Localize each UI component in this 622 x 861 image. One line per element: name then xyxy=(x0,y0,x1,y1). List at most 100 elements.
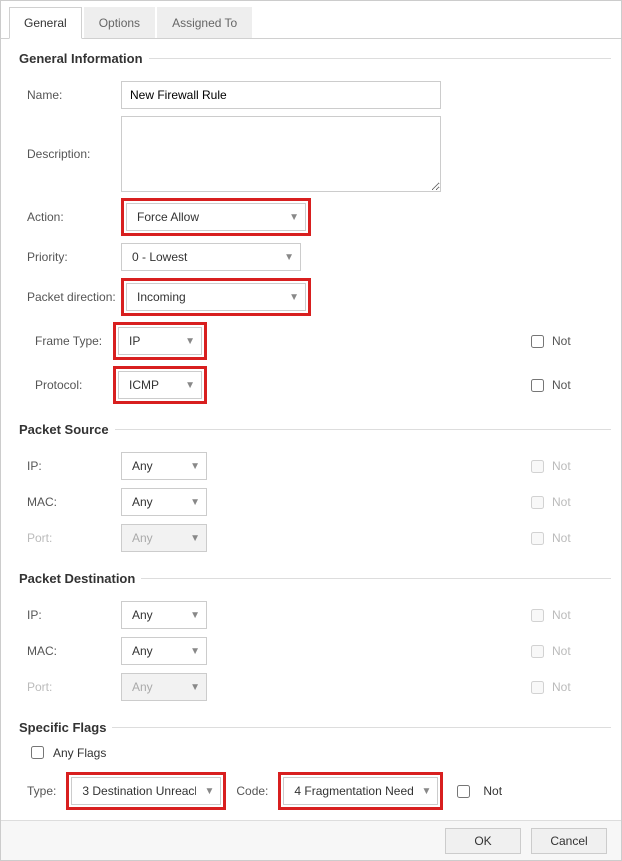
section-packet-source: Packet Source IP: Any ▼ Not MAC: Any ▼ N… xyxy=(17,422,611,563)
packet-direction-label: Packet direction: xyxy=(17,290,121,304)
src-mac-select-value: Any xyxy=(132,495,153,509)
flag-code-select[interactable]: 4 Fragmentation Neede ▼ xyxy=(283,777,438,805)
dst-ip-not-label: Not xyxy=(552,608,571,622)
src-port-not: Not xyxy=(531,531,611,545)
src-port-not-label: Not xyxy=(552,531,571,545)
flag-code-highlight: 4 Fragmentation Neede ▼ xyxy=(278,772,443,810)
section-packet-source-title: Packet Source xyxy=(17,422,115,437)
src-mac-not-label: Not xyxy=(552,495,571,509)
form-scroll-area[interactable]: General Information Name: Description: A… xyxy=(1,35,621,820)
name-input[interactable] xyxy=(121,81,441,109)
protocol-highlight: ICMP ▼ xyxy=(113,366,207,404)
src-ip-select-value: Any xyxy=(132,459,153,473)
dst-mac-not-label: Not xyxy=(552,644,571,658)
section-specific-flags-title: Specific Flags xyxy=(17,720,112,735)
priority-select[interactable]: 0 - Lowest ▼ xyxy=(121,243,301,271)
protocol-select[interactable]: ICMP ▼ xyxy=(118,371,202,399)
frame-type-select[interactable]: IP ▼ xyxy=(118,327,202,355)
frame-type-highlight: IP ▼ xyxy=(113,322,207,360)
dst-mac-select[interactable]: Any ▼ xyxy=(121,637,207,665)
flag-code-label: Code: xyxy=(236,784,268,798)
action-label: Action: xyxy=(17,210,121,224)
tab-bar: General Options Assigned To xyxy=(1,1,621,39)
description-label: Description: xyxy=(17,147,121,161)
dst-port-not-checkbox xyxy=(531,681,544,694)
action-select[interactable]: Force Allow ▼ xyxy=(126,203,306,231)
frame-type-not-label: Not xyxy=(552,334,571,348)
section-general-information-title: General Information xyxy=(17,51,149,66)
tab-assigned-to[interactable]: Assigned To xyxy=(157,7,252,38)
section-packet-destination-title: Packet Destination xyxy=(17,571,141,586)
name-label: Name: xyxy=(17,88,121,102)
dialog-footer: OK Cancel xyxy=(1,820,621,860)
src-mac-not: Not xyxy=(531,495,611,509)
tab-general-label: General xyxy=(24,16,67,30)
caret-down-icon: ▼ xyxy=(185,380,195,391)
description-textarea[interactable] xyxy=(121,116,441,192)
src-ip-label: IP: xyxy=(17,459,121,473)
caret-down-icon: ▼ xyxy=(204,786,214,797)
dst-ip-not-checkbox xyxy=(531,609,544,622)
priority-label: Priority: xyxy=(17,250,121,264)
frame-type-not-checkbox[interactable] xyxy=(531,335,544,348)
dst-port-select: Any ▼ xyxy=(121,673,207,701)
caret-down-icon: ▼ xyxy=(190,497,200,508)
protocol-not: Not xyxy=(531,378,611,392)
frame-type-label: Frame Type: xyxy=(17,334,113,348)
caret-down-icon: ▼ xyxy=(185,336,195,347)
cancel-button[interactable]: Cancel xyxy=(531,828,607,854)
src-ip-select[interactable]: Any ▼ xyxy=(121,452,207,480)
caret-down-icon: ▼ xyxy=(289,212,299,223)
any-flags-checkbox[interactable] xyxy=(31,746,44,759)
src-port-select-value: Any xyxy=(132,531,153,545)
tab-assigned-to-label: Assigned To xyxy=(172,16,237,30)
protocol-select-value: ICMP xyxy=(129,378,159,392)
flag-type-select[interactable]: 3 Destination Unreacha ▼ xyxy=(71,777,221,805)
flag-code-select-value: 4 Fragmentation Neede xyxy=(294,784,413,798)
dst-port-not: Not xyxy=(531,680,611,694)
tab-options[interactable]: Options xyxy=(84,7,155,38)
action-highlight: Force Allow ▼ xyxy=(121,198,311,236)
dst-mac-select-value: Any xyxy=(132,644,153,658)
flag-not-label: Not xyxy=(483,784,502,798)
packet-direction-select-value: Incoming xyxy=(137,290,186,304)
flag-not-checkbox[interactable] xyxy=(457,785,470,798)
flag-type-label: Type: xyxy=(27,784,56,798)
tab-options-label: Options xyxy=(99,16,140,30)
action-select-value: Force Allow xyxy=(137,210,199,224)
protocol-label: Protocol: xyxy=(17,378,113,392)
frame-type-not: Not xyxy=(531,334,611,348)
dst-ip-not: Not xyxy=(531,608,611,622)
src-ip-not-checkbox xyxy=(531,460,544,473)
caret-down-icon: ▼ xyxy=(190,646,200,657)
flag-type-select-value: 3 Destination Unreacha xyxy=(82,784,196,798)
section-packet-destination: Packet Destination IP: Any ▼ Not MAC: An… xyxy=(17,571,611,712)
dst-ip-select-value: Any xyxy=(132,608,153,622)
ok-button-label: OK xyxy=(474,834,491,848)
section-specific-flags: Specific Flags Any Flags Type: 3 Destina… xyxy=(17,720,611,820)
caret-down-icon: ▼ xyxy=(190,610,200,621)
any-flags-label: Any Flags xyxy=(53,746,106,760)
packet-direction-highlight: Incoming ▼ xyxy=(121,278,311,316)
src-mac-label: MAC: xyxy=(17,495,121,509)
dst-port-not-label: Not xyxy=(552,680,571,694)
caret-down-icon: ▼ xyxy=(421,786,431,797)
src-mac-select[interactable]: Any ▼ xyxy=(121,488,207,516)
caret-down-icon: ▼ xyxy=(284,252,294,263)
packet-direction-select[interactable]: Incoming ▼ xyxy=(126,283,306,311)
dst-mac-not-checkbox xyxy=(531,645,544,658)
src-port-select: Any ▼ xyxy=(121,524,207,552)
caret-down-icon: ▼ xyxy=(190,461,200,472)
dst-ip-select[interactable]: Any ▼ xyxy=(121,601,207,629)
cancel-button-label: Cancel xyxy=(550,834,587,848)
src-port-not-checkbox xyxy=(531,532,544,545)
protocol-not-label: Not xyxy=(552,378,571,392)
ok-button[interactable]: OK xyxy=(445,828,521,854)
caret-down-icon: ▼ xyxy=(190,533,200,544)
priority-select-value: 0 - Lowest xyxy=(132,250,187,264)
dst-mac-not: Not xyxy=(531,644,611,658)
dst-port-select-value: Any xyxy=(132,680,153,694)
protocol-not-checkbox[interactable] xyxy=(531,379,544,392)
src-ip-not-label: Not xyxy=(552,459,571,473)
frame-type-select-value: IP xyxy=(129,334,140,348)
